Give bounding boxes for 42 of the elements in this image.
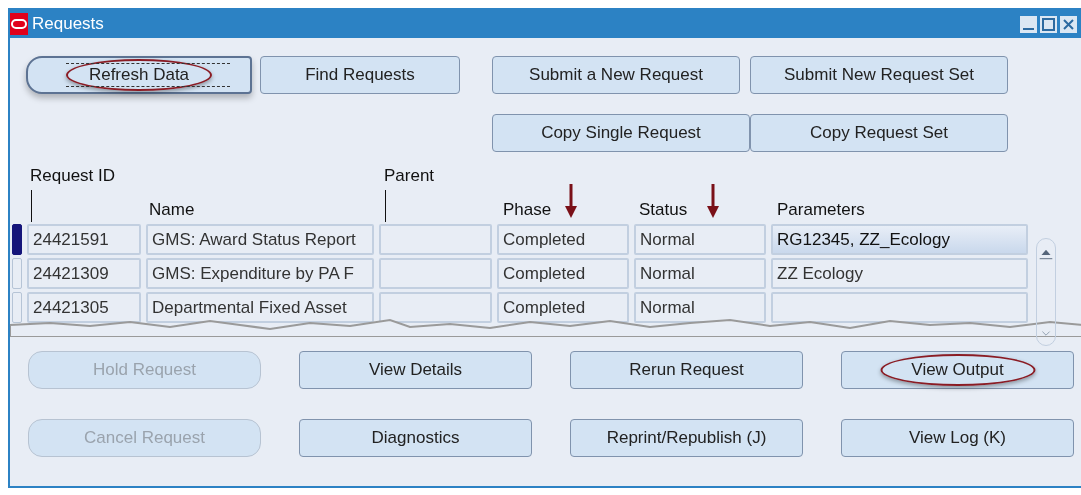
action-button[interactable]: View Log (K)	[841, 419, 1074, 457]
column-header: Name	[149, 200, 195, 220]
action-button[interactable]: Submit a New Request	[492, 56, 740, 94]
table-cell[interactable]: RG12345, ZZ_Ecology	[771, 224, 1028, 255]
table-cell[interactable]: Completed	[497, 224, 629, 255]
action-button[interactable]: Copy Request Set	[750, 114, 1008, 152]
column-header: Request ID	[30, 166, 116, 186]
table-cell[interactable]: Departmental Fixed Asset	[146, 292, 374, 323]
table-cell[interactable]	[379, 224, 492, 255]
action-button[interactable]: Rerun Request	[570, 351, 803, 389]
column-header: Parameters	[777, 200, 865, 220]
minimize-icon[interactable]	[1020, 15, 1037, 33]
table-cell[interactable]: Normal	[634, 258, 766, 289]
action-button[interactable]: View Output	[841, 351, 1074, 389]
column-header: Phase	[503, 200, 552, 220]
table-cell[interactable]: 24421591	[27, 224, 141, 255]
table-cell[interactable]: GMS: Expenditure by PA F	[146, 258, 374, 289]
table-cell[interactable]: 24421305	[27, 292, 141, 323]
action-button[interactable]: Copy Single Request	[492, 114, 750, 152]
table-cell[interactable]	[771, 292, 1028, 323]
app-logo-icon	[10, 13, 28, 35]
action-button[interactable]: Refresh Data	[26, 56, 252, 94]
action-button[interactable]: Reprint/Republish (J)	[570, 419, 803, 457]
table-cell[interactable]: Normal	[634, 292, 766, 323]
window-title: Requests	[32, 14, 105, 34]
close-icon[interactable]	[1060, 15, 1077, 33]
action-button[interactable]: View Details	[299, 351, 532, 389]
table-cell[interactable]: 24421309	[27, 258, 141, 289]
table-cell[interactable]: Normal	[634, 224, 766, 255]
action-button[interactable]: Submit New Request Set	[750, 56, 1008, 94]
table-cell[interactable]: Completed	[497, 258, 629, 289]
table-cell[interactable]: ZZ Ecology	[771, 258, 1028, 289]
column-header: Parent	[384, 166, 435, 186]
column-header: Status	[639, 200, 688, 220]
table-cell[interactable]: GMS: Award Status Report	[146, 224, 374, 255]
row-indicator[interactable]	[12, 224, 22, 255]
table-cell[interactable]: Completed	[497, 292, 629, 323]
table-cell[interactable]	[379, 292, 492, 323]
maximize-icon[interactable]	[1040, 15, 1057, 33]
action-button[interactable]: Find Requests	[260, 56, 460, 94]
action-button[interactable]: Diagnostics	[299, 419, 532, 457]
table-cell[interactable]	[379, 258, 492, 289]
